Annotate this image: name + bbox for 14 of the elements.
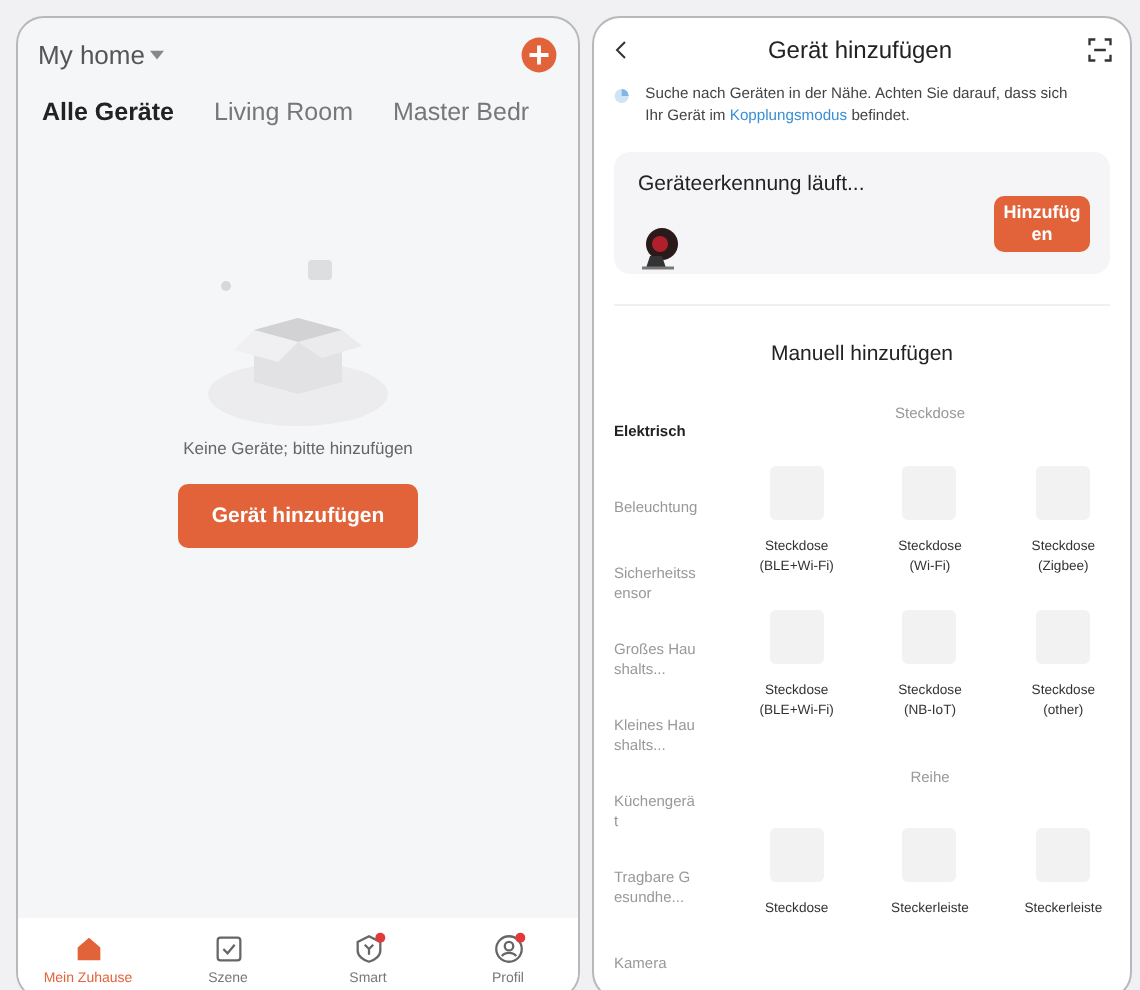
radar-icon (614, 84, 630, 109)
empty-message: Keine Geräte; bitte hinzufügen (183, 438, 413, 458)
room-tab[interactable]: Living Room (214, 98, 353, 126)
discovery-title: Geräteerkennung läuft... (638, 171, 865, 196)
scan-icon[interactable] (1086, 35, 1114, 64)
manual-add-heading: Manuell hinzufügen (770, 342, 954, 366)
room-tab[interactable]: Alle Geräte (42, 98, 175, 126)
add-found-device-button[interactable]: Hinzufügen (994, 195, 1090, 252)
room-tab[interactable]: Master Bedr (393, 98, 530, 126)
add-icon[interactable] (520, 35, 558, 73)
caret-icon (150, 49, 165, 59)
home-selector[interactable]: My home (38, 39, 165, 69)
screen-title: Gerät hinzufügen (767, 35, 953, 64)
add-device-button[interactable]: Gerät hinzufügen (178, 484, 418, 548)
